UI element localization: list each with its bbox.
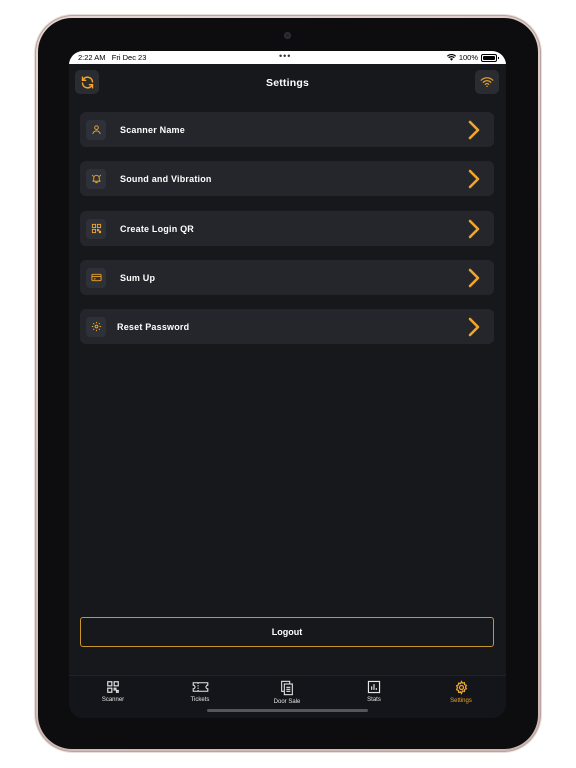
tab-scanner[interactable]: Scanner bbox=[83, 680, 143, 703]
tab-label: Tickets bbox=[190, 697, 210, 703]
gear-icon bbox=[91, 321, 101, 332]
settings-item-reset-password[interactable]: Reset Password bbox=[80, 309, 494, 344]
settings-item-label: Scanner Name bbox=[120, 124, 185, 135]
logout-button[interactable]: Logout bbox=[80, 617, 494, 647]
tab-settings[interactable]: Settings bbox=[431, 680, 491, 704]
chevron-right-icon bbox=[468, 268, 480, 288]
multitask-dots[interactable]: ••• bbox=[279, 51, 291, 61]
settings-item-sum-up[interactable]: Sum Up bbox=[80, 260, 494, 295]
card-icon bbox=[90, 273, 102, 282]
front-camera bbox=[284, 32, 291, 39]
bar-chart-icon bbox=[367, 680, 381, 694]
tab-label: Scanner bbox=[101, 697, 125, 703]
status-right: 100% bbox=[446, 53, 499, 62]
tab-tickets[interactable]: Tickets bbox=[170, 680, 230, 703]
settings-item-create-login-qr[interactable]: Create Login QR bbox=[80, 211, 494, 246]
wifi-status-icon bbox=[446, 54, 456, 61]
chevron-right-icon bbox=[468, 169, 480, 189]
row-icon-box bbox=[86, 267, 106, 288]
row-icon-box bbox=[86, 168, 106, 189]
row-icon-box bbox=[86, 218, 106, 239]
tab-door-sale[interactable]: Door Sale bbox=[257, 680, 317, 705]
chevron-right-icon bbox=[468, 317, 480, 337]
tab-label: Door Sale bbox=[273, 699, 301, 705]
page-title: Settings bbox=[265, 77, 310, 89]
home-indicator[interactable] bbox=[207, 709, 368, 712]
wifi-button[interactable] bbox=[475, 70, 499, 94]
qr-code-icon bbox=[91, 223, 101, 234]
ticket-icon bbox=[192, 682, 208, 692]
settings-item-label: Sound and Vibration bbox=[120, 173, 212, 184]
chevron-right-icon bbox=[468, 120, 480, 140]
documents-icon bbox=[281, 680, 293, 696]
settings-item-scanner-name[interactable]: Scanner Name bbox=[80, 112, 494, 147]
bell-icon bbox=[91, 174, 101, 184]
app-screen: 2:22 AM Fri Dec 23 ••• 100% Settings Sca… bbox=[69, 51, 506, 718]
gear-icon bbox=[455, 680, 467, 695]
battery-percent: 100% bbox=[458, 53, 478, 62]
settings-item-sound-vibration[interactable]: Sound and Vibration bbox=[80, 161, 494, 196]
battery-icon bbox=[481, 53, 499, 62]
row-icon-box bbox=[86, 316, 106, 337]
status-bar: 2:22 AM Fri Dec 23 ••• 100% bbox=[69, 51, 506, 64]
user-icon bbox=[91, 125, 101, 135]
status-time: 2:22 AM Fri Dec 23 bbox=[78, 53, 147, 62]
settings-item-label: Reset Password bbox=[117, 321, 190, 332]
settings-item-label: Sum Up bbox=[120, 272, 156, 283]
chevron-right-icon bbox=[468, 219, 480, 239]
settings-item-label: Create Login QR bbox=[120, 223, 195, 234]
wifi-icon bbox=[480, 77, 494, 88]
row-icon-box bbox=[86, 119, 106, 140]
tab-stats[interactable]: Stats bbox=[344, 680, 404, 703]
header: Settings bbox=[69, 64, 506, 102]
tab-label: Stats bbox=[367, 697, 381, 703]
qr-code-icon bbox=[107, 681, 119, 693]
tab-label: Settings bbox=[450, 698, 472, 704]
